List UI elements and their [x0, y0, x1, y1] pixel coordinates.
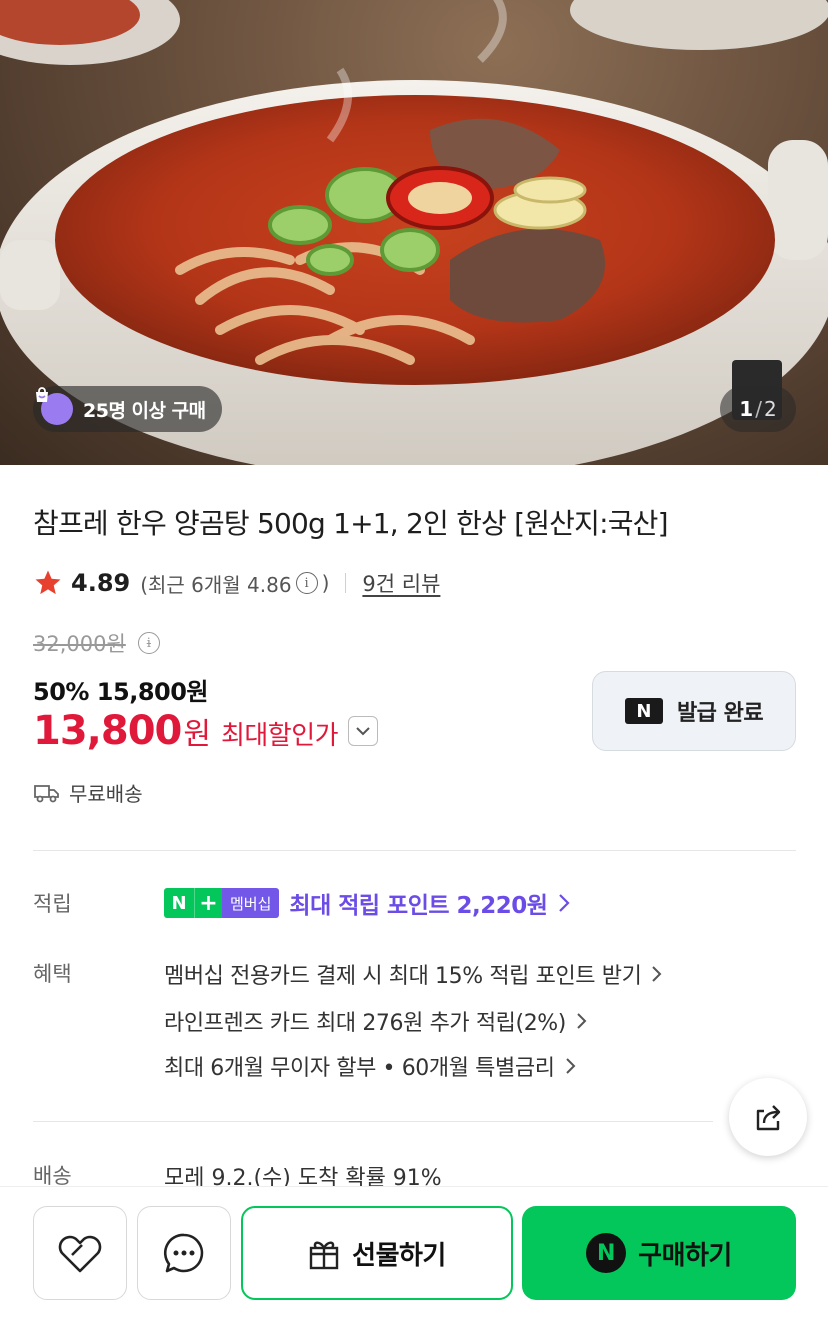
- truck-icon: [34, 784, 59, 802]
- original-price-value: 32,000원: [33, 632, 126, 656]
- points-row[interactable]: N + 멤버십 최대 적립 포인트 2,220원: [164, 886, 571, 920]
- shipping-info: 무료배송: [33, 778, 143, 807]
- chat-icon: [164, 1233, 204, 1273]
- shipping-label: 무료배송: [69, 782, 143, 806]
- info-icon[interactable]: i: [295, 572, 318, 594]
- star-icon: [35, 570, 61, 595]
- benefit-text: 라인프렌즈 카드 최대 276원 추가 적립(2%): [164, 1011, 566, 1036]
- points-label: 적립: [33, 892, 72, 916]
- discount-price: 50% 15,800원: [33, 678, 209, 706]
- divider: [33, 1121, 713, 1122]
- wishlist-button[interactable]: [33, 1206, 127, 1300]
- chevron-right-icon: [577, 1013, 587, 1029]
- pager-current: 1: [739, 397, 754, 421]
- coupon-button[interactable]: N 발급 완료: [592, 671, 796, 751]
- benefit-text: 최대 6개월 무이자 할부 • 60개월 특별금리: [164, 1056, 555, 1081]
- share-icon: [756, 1105, 781, 1131]
- chat-button[interactable]: [137, 1206, 231, 1300]
- benefit-item[interactable]: 라인프렌즈 카드 최대 276원 추가 적립(2%): [164, 1005, 588, 1037]
- naver-pay-icon: N: [586, 1233, 627, 1273]
- benefit-item[interactable]: 최대 6개월 무이자 할부 • 60개월 특별금리: [164, 1050, 577, 1082]
- buyers-badge: 25명 이상 구매: [33, 386, 222, 432]
- share-button[interactable]: [729, 1078, 807, 1156]
- separator: [345, 573, 347, 593]
- product-title: 참프레 한우 양곰탕 500g 1+1, 2인 한상 [원산지:국산]: [33, 507, 669, 540]
- rating-row: 4.89 (최근 6개월 4.86 i ) 9건 리뷰: [33, 565, 440, 601]
- buyers-count: 25명 이상 구매: [83, 399, 206, 422]
- info-icon[interactable]: i: [137, 632, 160, 654]
- final-price-currency: 원: [183, 717, 211, 752]
- benefit-item[interactable]: 멤버십 전용카드 결제 시 최대 15% 적립 포인트 받기: [164, 958, 663, 990]
- recent-rating-suffix: ): [321, 571, 330, 595]
- divider: [33, 850, 796, 851]
- gift-button[interactable]: 선물하기: [241, 1206, 513, 1300]
- original-price: 32,000원 i: [33, 628, 164, 658]
- coupon-button-label: 발급 완료: [676, 701, 764, 726]
- naver-n-icon: N: [624, 698, 663, 724]
- naver-plus-membership-badge: N + 멤버십: [164, 888, 280, 918]
- recent-rating: (최근 6개월 4.86 i ): [140, 569, 329, 598]
- rating-value: 4.89: [71, 569, 131, 597]
- benefits-label: 혜택: [33, 962, 72, 986]
- heart-icon: [58, 1235, 102, 1273]
- badge-plus: +: [194, 888, 222, 918]
- gift-icon: [309, 1241, 339, 1270]
- final-price: 13,800: [33, 708, 182, 754]
- points-text: 최대 적립 포인트 2,220원: [289, 893, 548, 919]
- chevron-right-icon: [565, 1058, 575, 1074]
- pager-separator: /: [755, 397, 762, 421]
- product-image[interactable]: 25명 이상 구매 1 / 2: [0, 0, 828, 465]
- reviews-link[interactable]: 9건 리뷰: [362, 568, 440, 598]
- shopping-bag-icon: [36, 387, 73, 425]
- pager-total: 2: [763, 397, 777, 421]
- buy-button-label: 구매하기: [638, 1240, 732, 1271]
- recent-rating-prefix: (최근 6개월 4.86: [140, 572, 292, 597]
- badge-n: N: [164, 888, 194, 918]
- benefit-text: 멤버십 전용카드 결제 시 최대 15% 적립 포인트 받기: [164, 964, 642, 989]
- image-pager: 1 / 2: [720, 386, 796, 432]
- buy-button[interactable]: N 구매하기: [522, 1206, 796, 1300]
- final-price-row: 13,800 원 최대할인가: [33, 708, 379, 754]
- badge-membership: 멤버십: [222, 888, 280, 918]
- gift-button-label: 선물하기: [352, 1240, 446, 1271]
- max-discount-label: 최대할인가: [220, 721, 339, 751]
- chevron-right-icon: [559, 894, 571, 912]
- chevron-right-icon: [652, 966, 662, 982]
- chevron-down-icon[interactable]: [348, 716, 379, 746]
